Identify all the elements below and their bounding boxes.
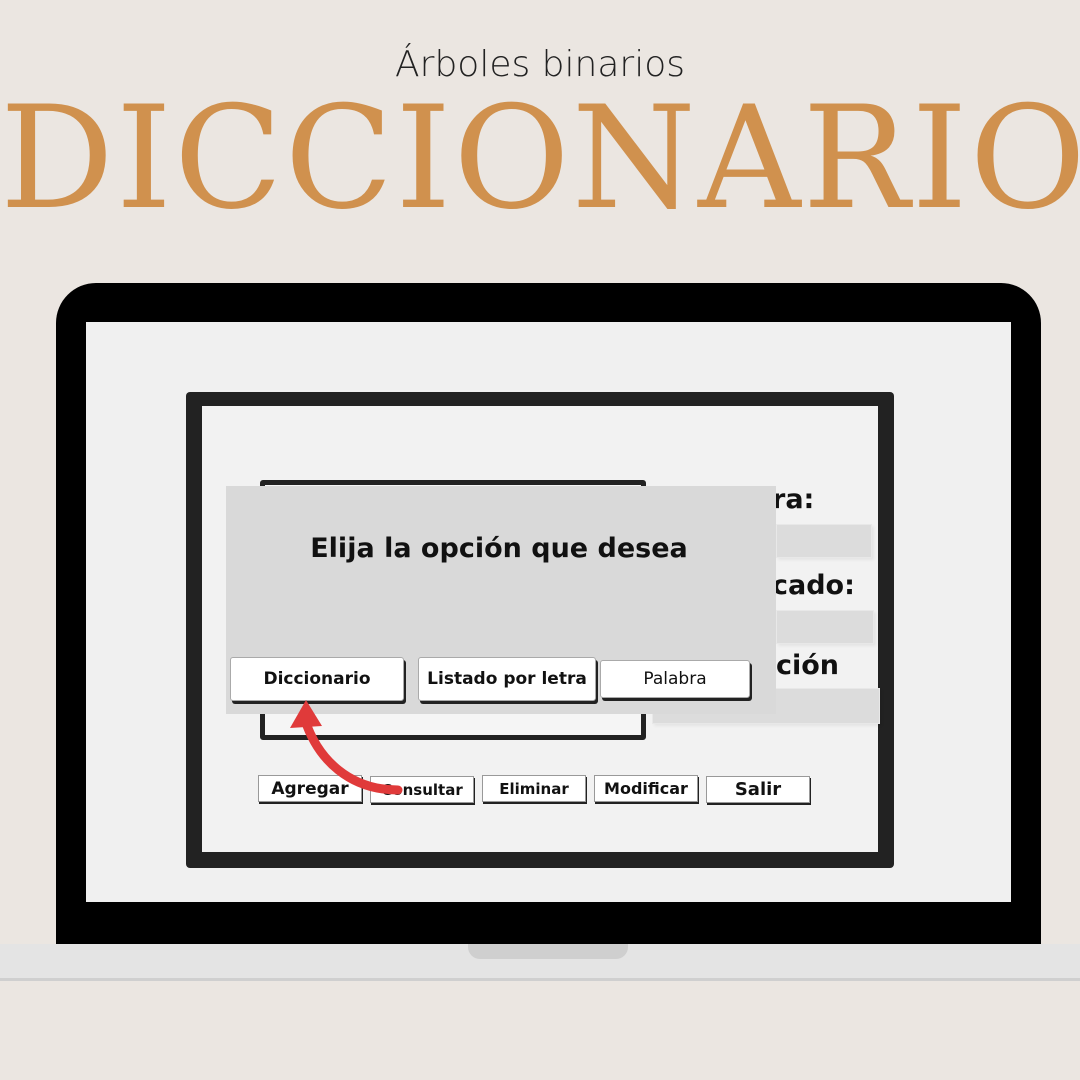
- modificar-button[interactable]: Modificar: [594, 775, 698, 802]
- diccionario-option-button[interactable]: Diccionario: [230, 657, 404, 701]
- palabra-label: ra:: [772, 484, 815, 515]
- consultar-button[interactable]: Consultar: [370, 776, 474, 803]
- significado-label: cado:: [772, 570, 855, 601]
- eliminar-button[interactable]: Eliminar: [482, 775, 586, 802]
- dialog-title: Elija la opción que desea: [310, 533, 688, 564]
- banner-title: DICCIONARIO: [0, 76, 1080, 241]
- salir-button[interactable]: Salir: [706, 776, 810, 803]
- laptop-notch: [468, 944, 628, 959]
- listado-por-letra-option-button[interactable]: Listado por letra: [418, 657, 596, 701]
- agregar-button[interactable]: Agregar: [258, 775, 362, 802]
- palabra-input[interactable]: [776, 524, 872, 558]
- significado-input[interactable]: [776, 610, 874, 644]
- descripcion-label: ción: [776, 650, 840, 681]
- palabra-option-button[interactable]: Palabra: [600, 660, 750, 698]
